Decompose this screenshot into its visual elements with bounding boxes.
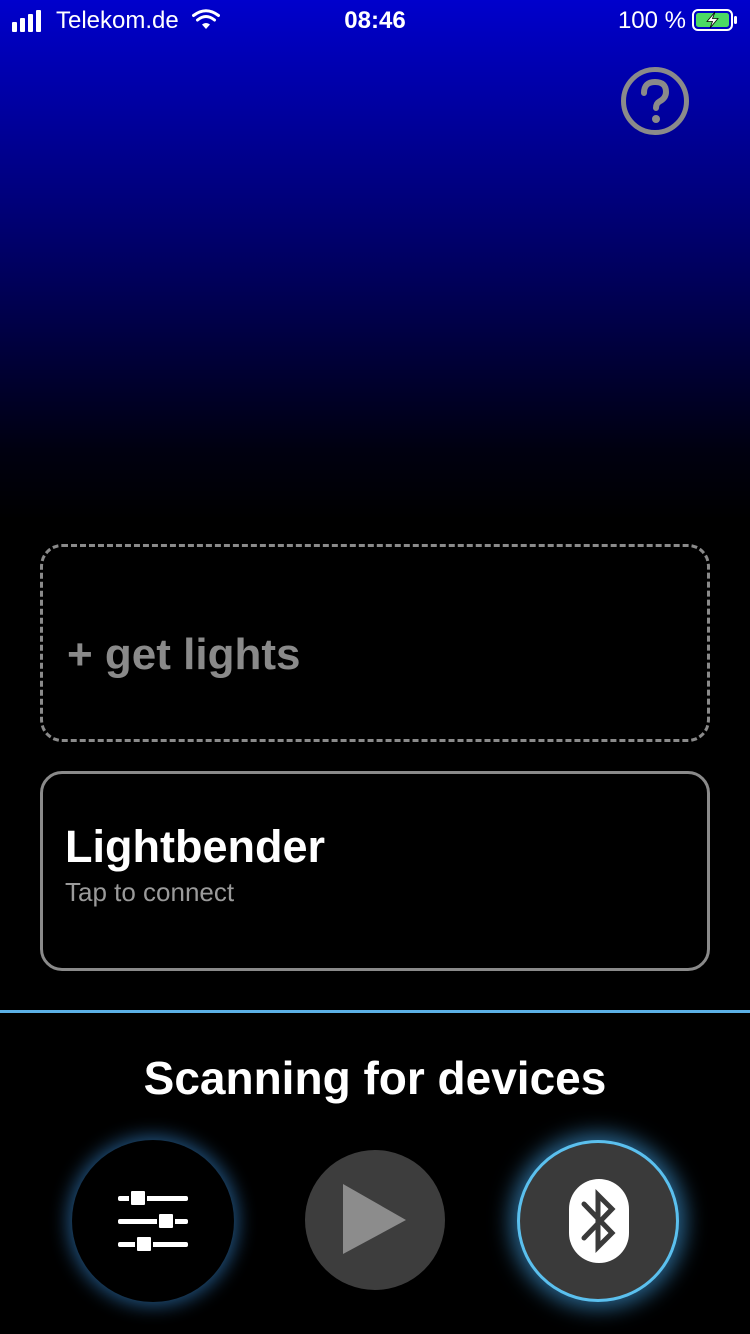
play-icon: [343, 1184, 406, 1254]
get-lights-button[interactable]: + get lights: [40, 544, 710, 742]
play-button[interactable]: [305, 1150, 445, 1290]
section-divider: [0, 1010, 750, 1013]
question-circle-icon: [621, 67, 689, 135]
get-lights-label: + get lights: [67, 630, 301, 679]
settings-button[interactable]: [72, 1140, 234, 1302]
device-connect-hint: Tap to connect: [65, 877, 235, 907]
sliders-icon: [118, 1189, 188, 1253]
bluetooth-button[interactable]: [517, 1140, 679, 1302]
status-bar: Telekom.de 08:46 100 %: [0, 0, 750, 40]
device-card-lightbender[interactable]: Lightbender Tap to connect: [40, 771, 710, 971]
battery-percentage: 100 %: [617, 7, 686, 34]
bluetooth-icon: [569, 1179, 629, 1263]
device-name: Lightbender: [65, 821, 325, 872]
scan-status-text: Scanning for devices: [143, 1052, 607, 1104]
battery-charging-icon: [692, 9, 737, 31]
help-button[interactable]: [620, 66, 690, 136]
